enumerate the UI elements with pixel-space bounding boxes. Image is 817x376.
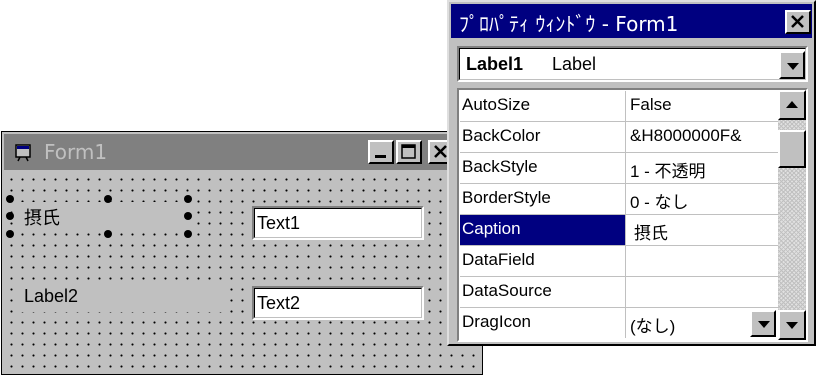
selection-handle[interactable] xyxy=(6,195,14,203)
text2-textbox[interactable]: Text2 xyxy=(252,286,424,320)
chevron-down-icon xyxy=(758,321,770,328)
form-icon xyxy=(15,144,31,162)
property-row-dragicon[interactable]: DragIcon (なし) xyxy=(460,308,778,339)
selection-handle[interactable] xyxy=(184,230,192,238)
property-row-autosize[interactable]: AutoSize False xyxy=(460,91,778,122)
property-name: DataSource xyxy=(460,277,626,307)
property-value[interactable]: &H8000000F& xyxy=(630,122,778,156)
maximize-button[interactable] xyxy=(396,140,422,164)
selection-handle[interactable] xyxy=(184,195,192,203)
maximize-icon xyxy=(401,144,416,159)
dragicon-dropdown-button[interactable] xyxy=(750,310,776,337)
form-titlebar[interactable]: Form1 xyxy=(4,134,478,170)
text2-value: Text2 xyxy=(254,288,422,318)
property-name: DragIcon xyxy=(460,308,626,338)
property-value[interactable]: 0 - なし xyxy=(630,184,778,218)
property-value[interactable]: 摂氏 xyxy=(634,215,782,249)
vertical-scrollbar[interactable] xyxy=(778,90,806,340)
property-name: AutoSize xyxy=(460,91,626,121)
chevron-up-icon xyxy=(786,101,798,108)
selection-handle[interactable] xyxy=(104,195,112,203)
object-name: Label1 xyxy=(466,54,524,74)
text1-textbox[interactable]: Text1 xyxy=(252,206,424,240)
object-type: Label xyxy=(552,54,597,74)
scrollbar-thumb[interactable] xyxy=(778,130,806,168)
selection-handle[interactable] xyxy=(6,212,14,220)
property-value[interactable]: 1 - 不透明 xyxy=(630,153,778,187)
label2-control[interactable]: Label2 xyxy=(16,284,226,312)
form-window: Form1 摂氏 Text1 Label2 Text2 xyxy=(1,131,483,375)
property-row-datasource[interactable]: DataSource xyxy=(460,277,778,308)
label1-caption: 摂氏 xyxy=(24,208,60,228)
form-title: Form1 xyxy=(44,140,108,164)
object-selector-combobox[interactable]: Label1 Label xyxy=(457,46,808,82)
close-icon xyxy=(791,15,804,28)
properties-window: ﾌﾟﾛﾊﾟﾃｨ ｳｨﾝﾄﾞｳ - Form1 Label1 Label Auto… xyxy=(447,0,816,346)
property-name: DataField xyxy=(460,246,626,276)
property-row-backstyle[interactable]: BackStyle 1 - 不透明 xyxy=(460,153,778,184)
properties-titlebar[interactable]: ﾌﾟﾛﾊﾟﾃｨ ｳｨﾝﾄﾞｳ - Form1 xyxy=(451,4,812,38)
selection-handle[interactable] xyxy=(104,230,112,238)
label1-control[interactable]: 摂氏 xyxy=(14,202,190,232)
property-row-caption[interactable]: Caption 摂氏 xyxy=(460,215,778,246)
property-row-backcolor[interactable]: BackColor &H8000000F& xyxy=(460,122,778,153)
label2-caption: Label2 xyxy=(24,286,79,306)
properties-close-button[interactable] xyxy=(785,10,811,34)
minimize-button[interactable] xyxy=(368,140,394,164)
text1-value: Text1 xyxy=(254,208,422,238)
selection-handle[interactable] xyxy=(6,230,14,238)
property-row-datafield[interactable]: DataField xyxy=(460,246,778,277)
selection-handle[interactable] xyxy=(184,212,192,220)
minimize-icon xyxy=(375,155,386,158)
property-name: Caption xyxy=(460,215,626,245)
property-name: BackColor xyxy=(460,122,626,152)
property-value[interactable]: False xyxy=(630,91,778,125)
property-name: BackStyle xyxy=(460,153,626,183)
property-row-borderstyle[interactable]: BorderStyle 0 - なし xyxy=(460,184,778,215)
scroll-up-button[interactable] xyxy=(778,90,806,120)
chevron-down-icon xyxy=(787,63,799,70)
form-design-surface[interactable]: 摂氏 Text1 Label2 Text2 xyxy=(4,172,478,372)
properties-grid[interactable]: AutoSize False BackColor &H8000000F& Bac… xyxy=(460,91,778,339)
chevron-down-icon xyxy=(786,322,798,329)
property-value[interactable] xyxy=(630,246,778,280)
scroll-down-button[interactable] xyxy=(778,310,806,340)
properties-grid-frame: AutoSize False BackColor &H8000000F& Bac… xyxy=(457,88,808,342)
property-value[interactable] xyxy=(630,277,778,311)
object-selector-field: Label1 Label xyxy=(459,48,806,80)
property-name: BorderStyle xyxy=(460,184,626,214)
properties-title: ﾌﾟﾛﾊﾟﾃｨ ｳｨﾝﾄﾞｳ - Form1 xyxy=(459,12,679,36)
object-selector-dropdown-button[interactable] xyxy=(779,51,805,79)
